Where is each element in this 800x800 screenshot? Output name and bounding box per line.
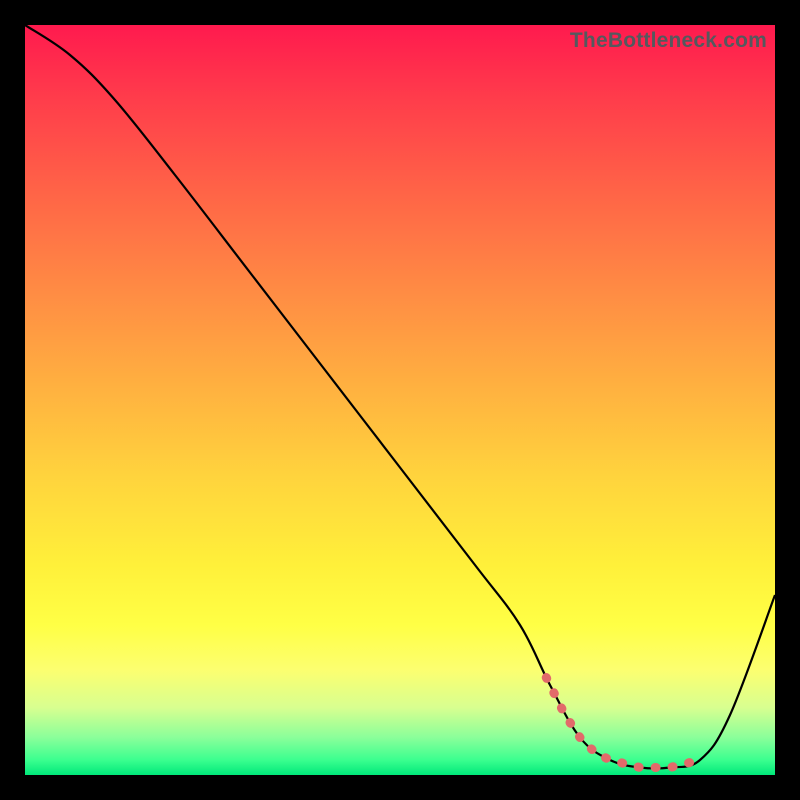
chart-area: TheBottleneck.com: [25, 25, 775, 775]
curve-line: [25, 25, 775, 769]
valley-markers: [546, 678, 700, 768]
chart-plot: [25, 25, 775, 775]
